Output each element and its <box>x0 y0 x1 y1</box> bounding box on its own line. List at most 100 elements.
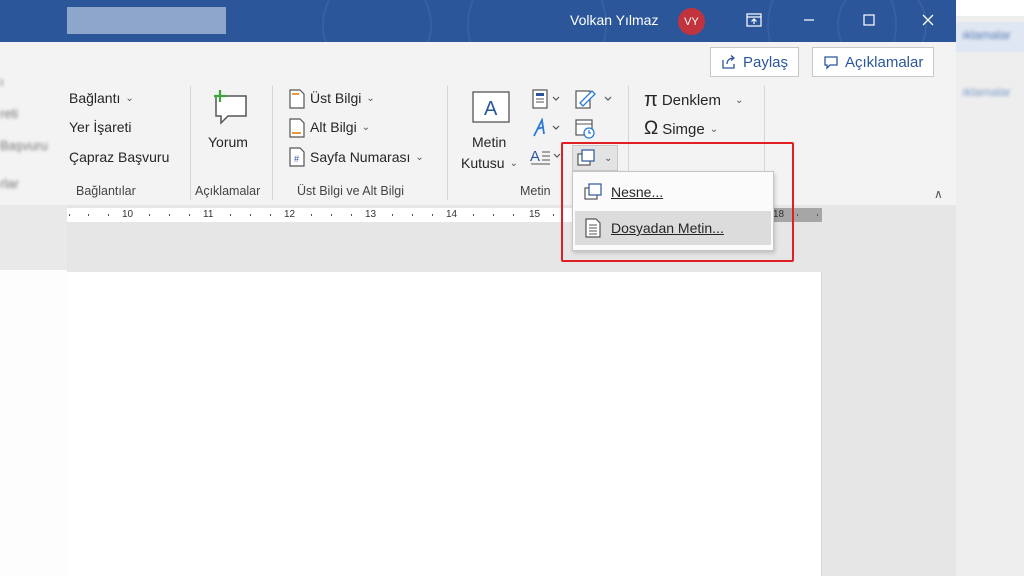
comment-button[interactable]: Yorum <box>208 134 248 150</box>
ruler-tick <box>817 214 818 216</box>
omega-icon: Ω <box>644 118 659 139</box>
svg-text:A: A <box>484 98 498 120</box>
link-label: Bağlantı <box>69 90 121 106</box>
background-text: ıklamalar <box>962 28 1011 42</box>
avatar[interactable]: VY <box>678 8 705 35</box>
ruler-number: 11 <box>203 209 214 220</box>
header-label: Üst Bilgi <box>310 90 362 106</box>
footer-icon <box>289 118 305 143</box>
equation-button[interactable]: π Denklem ⌄ <box>644 89 743 112</box>
ruler-tick <box>553 214 554 216</box>
highlight-box <box>561 142 794 262</box>
collapse-ribbon-icon[interactable]: ∧ <box>934 187 943 201</box>
ruler-tick <box>250 214 251 216</box>
link-button[interactable]: Bağlantı ⌄ <box>69 90 134 106</box>
ruler-tick <box>69 214 70 216</box>
background-document <box>0 270 67 576</box>
ribbon: Paylaş Açıklamalar Bağlantı ⌄ Yer İşareti… <box>67 42 956 205</box>
ruler-tick <box>493 214 494 216</box>
symbol-label: Simge <box>662 120 705 138</box>
share-icon <box>722 55 736 69</box>
svg-text:A: A <box>530 148 540 165</box>
cross-reference-label: Çapraz Başvuru <box>69 149 170 165</box>
background-text: ı <box>0 74 4 89</box>
background-titlebar <box>956 0 1024 16</box>
text-box-label-line1: Metin <box>472 134 507 150</box>
header-icon <box>289 89 305 114</box>
share-button[interactable]: Paylaş <box>710 47 800 77</box>
page-number-label: Sayfa Numarası <box>310 149 411 165</box>
symbol-button[interactable]: Ω Simge ⌄ <box>644 118 718 140</box>
share-label: Paylaş <box>743 53 789 71</box>
ruler-tick <box>88 214 89 216</box>
comment-icon <box>824 56 838 70</box>
bookmark-button[interactable]: Yer İşareti <box>69 119 132 135</box>
text-box-label-line2: Kutusu <box>461 155 505 171</box>
ruler-number: 13 <box>365 209 377 220</box>
ruler-tick <box>189 214 190 216</box>
ruler-number: 15 <box>529 209 541 220</box>
title-bar: Volkan Yılmaz VY <box>67 0 956 42</box>
chevron-down-icon: ⌄ <box>366 92 375 104</box>
ribbon-display-options-icon[interactable] <box>740 7 768 33</box>
ruler-tick <box>311 214 312 216</box>
ruler-tick <box>432 214 433 216</box>
text-box-button[interactable]: Kutusu ⌄ <box>461 155 518 171</box>
cross-reference-button[interactable]: Çapraz Başvuru <box>69 149 169 165</box>
quick-parts-icon[interactable] <box>532 89 562 114</box>
ruler-tick <box>108 214 109 216</box>
user-name[interactable]: Volkan Yılmaz <box>570 12 658 28</box>
group-separator <box>190 86 191 200</box>
bookmark-label: Yer İşareti <box>69 119 132 135</box>
chevron-down-icon: ⌄ <box>735 95 744 106</box>
document-page[interactable] <box>67 272 822 576</box>
ruler-tick <box>473 214 474 216</box>
background-text: ıklamalar <box>962 85 1011 99</box>
ruler-tick <box>270 214 271 216</box>
drop-cap-icon[interactable]: A <box>530 146 562 171</box>
background-titlebar <box>0 0 67 42</box>
header-footer-group-label: Üst Bilgi ve Alt Bilgi <box>297 184 404 198</box>
chevron-down-icon: ⌄ <box>415 151 424 163</box>
ruler-tick <box>331 214 332 216</box>
maximize-icon[interactable] <box>855 7 883 33</box>
chevron-down-icon: ⌄ <box>509 157 518 169</box>
chevron-down-icon: ⌄ <box>125 92 134 104</box>
ruler-number: 12 <box>284 209 296 220</box>
new-comment-icon[interactable] <box>210 88 250 131</box>
background-window-left: ı reti Başvuru rlar <box>0 0 67 576</box>
ruler-tick <box>412 214 413 216</box>
background-text: reti <box>0 106 19 121</box>
background-window-right: ıklamalar ıklamalar <box>956 0 1024 576</box>
ruler-number: 14 <box>446 209 458 220</box>
ruler-tick <box>230 214 231 216</box>
wordart-icon[interactable] <box>532 117 562 143</box>
footer-button[interactable]: Alt Bilgi ⌄ <box>310 119 370 135</box>
ruler-tick <box>797 214 798 216</box>
date-time-icon[interactable] <box>574 117 596 144</box>
header-button[interactable]: Üst Bilgi ⌄ <box>310 90 375 106</box>
group-separator <box>447 86 448 200</box>
ruler-tick <box>149 214 150 216</box>
footer-label: Alt Bilgi <box>310 119 357 135</box>
comments-group-label: Açıklamalar <box>195 184 261 198</box>
minimize-icon[interactable] <box>795 7 823 33</box>
links-group-label: Bağlantılar <box>76 184 136 198</box>
ruler-number: 10 <box>122 209 134 220</box>
ruler-tick <box>392 214 393 216</box>
equation-label: Denklem <box>661 92 721 109</box>
text-box-icon[interactable]: A <box>471 90 511 129</box>
comment-label: Yorum <box>208 134 248 150</box>
page-number-icon: # <box>289 147 305 172</box>
title-search-field[interactable] <box>67 7 226 34</box>
signature-line-icon[interactable] <box>574 88 614 115</box>
chevron-down-icon: ⌄ <box>361 121 371 133</box>
text-group-label: Metin <box>520 184 551 198</box>
comments-button[interactable]: Açıklamalar <box>812 47 935 77</box>
page-number-button[interactable]: Sayfa Numarası ⌄ <box>310 149 424 165</box>
group-separator <box>272 86 273 200</box>
background-text: rlar <box>0 176 19 191</box>
close-icon[interactable] <box>914 7 942 33</box>
ruler-tick <box>351 214 352 216</box>
ruler-tick <box>513 214 514 216</box>
